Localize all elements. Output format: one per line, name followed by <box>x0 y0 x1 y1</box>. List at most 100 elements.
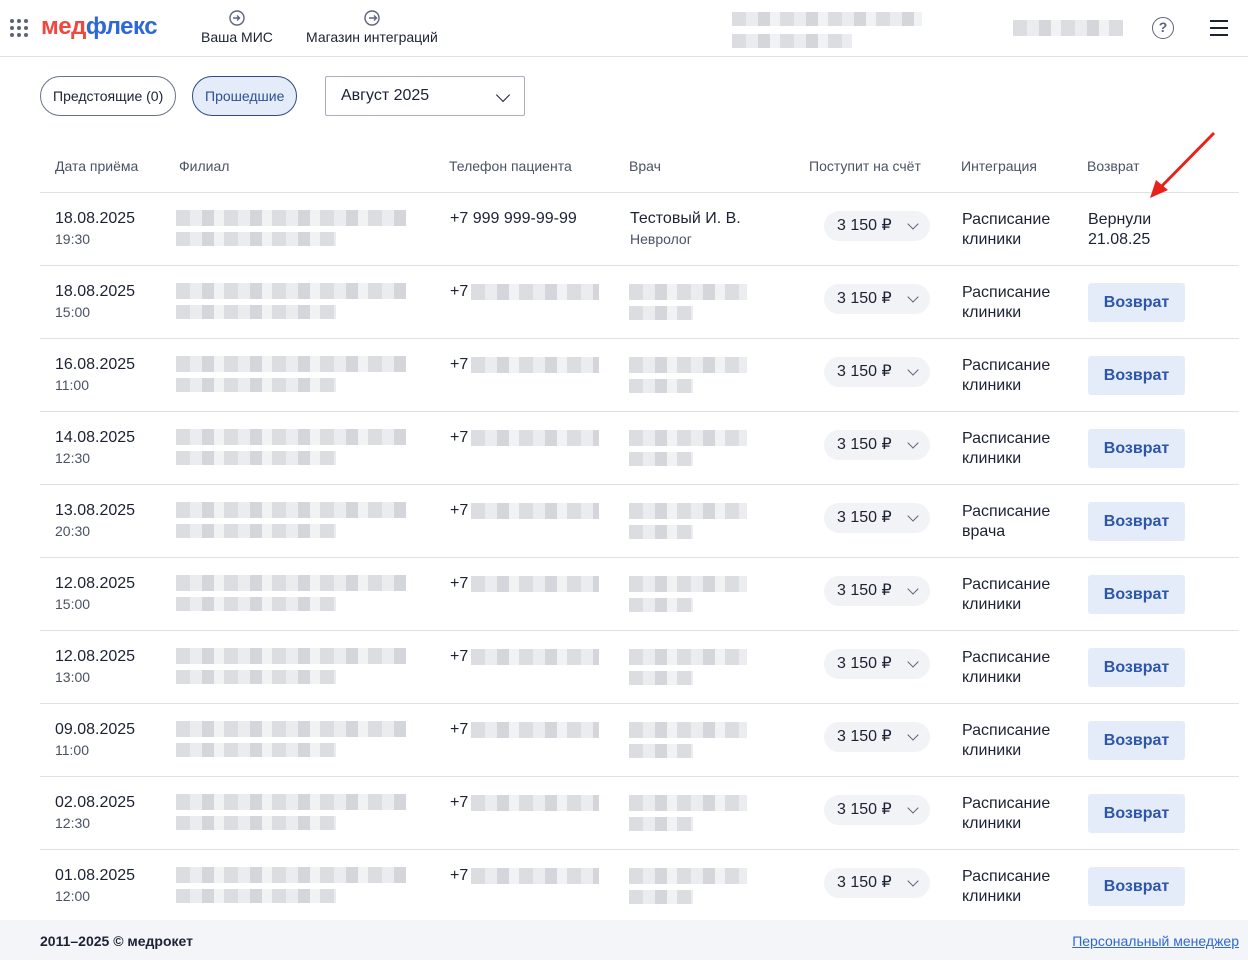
redacted-doctor-spec <box>629 452 693 466</box>
refund-button[interactable]: Возврат <box>1088 502 1185 541</box>
refund-button[interactable]: Возврат <box>1088 429 1185 468</box>
redacted-branch-line2 <box>176 524 336 538</box>
redacted-doctor-spec <box>629 306 693 320</box>
appointment-date: 09.08.2025 <box>55 721 136 738</box>
amount-dropdown[interactable]: 3 150 ₽ <box>824 430 930 460</box>
patient-phone: +7 <box>450 648 469 665</box>
redacted-phone <box>471 649 599 665</box>
appointment-time: 12:00 <box>55 888 91 904</box>
table-row: 01.08.2025 12:00 +7 3 150 ₽ Расписание клини… <box>40 850 1239 923</box>
redacted-doctor-spec <box>629 890 693 904</box>
integration-type: Расписание клиники <box>962 868 1051 905</box>
amount-dropdown[interactable]: 3 150 ₽ <box>824 868 930 898</box>
appointment-time: 19:30 <box>55 231 91 247</box>
table-row: 02.08.2025 12:30 +7 3 150 ₽ Расписание клини… <box>40 777 1239 850</box>
amount-dropdown[interactable]: 3 150 ₽ <box>824 284 930 314</box>
redacted-branch-line2 <box>176 232 336 246</box>
patient-phone: +7 <box>450 356 469 373</box>
col-phone: Телефон пациента <box>449 158 572 174</box>
appointment-time: 11:00 <box>55 377 89 393</box>
refund-status: Вернули 21.08.25 <box>1088 211 1152 248</box>
redacted-branch <box>176 283 406 299</box>
nav-integration-store[interactable]: Магазин интеграций <box>306 9 438 45</box>
redacted-phone <box>471 722 599 738</box>
amount-value: 3 150 ₽ <box>837 728 892 745</box>
amount-value: 3 150 ₽ <box>837 801 892 818</box>
redacted-branch-line2 <box>176 378 336 392</box>
appointment-time: 20:30 <box>55 523 91 539</box>
redacted-phone <box>471 576 599 592</box>
appointment-date: 12.08.2025 <box>55 575 136 592</box>
refund-button[interactable]: Возврат <box>1088 283 1185 322</box>
amount-dropdown[interactable]: 3 150 ₽ <box>824 649 930 679</box>
refund-button[interactable]: Возврат <box>1088 575 1185 614</box>
amount-dropdown[interactable]: 3 150 ₽ <box>824 211 930 241</box>
chevron-down-icon <box>495 87 511 103</box>
redacted-doctor <box>629 357 747 373</box>
refund-button[interactable]: Возврат <box>1088 794 1185 833</box>
amount-value: 3 150 ₽ <box>837 217 892 234</box>
tab-upcoming[interactable]: Предстоящие (0) <box>40 76 177 116</box>
patient-phone: +7 <box>450 867 469 884</box>
tab-past[interactable]: Прошедшие <box>192 76 298 116</box>
integration-type: Расписание клиники <box>962 211 1051 248</box>
redacted-branch-line2 <box>176 451 336 465</box>
redacted-doctor <box>629 722 747 738</box>
col-date: Дата приёма <box>55 158 139 174</box>
col-integration: Интеграция <box>961 158 1037 174</box>
chevron-down-icon <box>907 291 919 303</box>
month-select[interactable]: Август 2025 <box>325 76 525 116</box>
amount-dropdown[interactable]: 3 150 ₽ <box>824 576 930 606</box>
app-header: медфлекс Ваша МИС Магазин интеграций ? <box>0 0 1248 57</box>
refund-button[interactable]: Возврат <box>1088 648 1185 687</box>
amount-value: 3 150 ₽ <box>837 290 892 307</box>
nav-your-mis[interactable]: Ваша МИС <box>201 9 273 45</box>
integration-type: Расписание клиники <box>962 284 1051 321</box>
integration-type: Расписание клиники <box>962 649 1051 686</box>
redacted-doctor <box>629 649 747 665</box>
redacted-doctor-spec <box>629 598 693 612</box>
redacted-branch <box>176 721 406 737</box>
redacted-branch <box>176 502 406 518</box>
redacted-branch <box>176 210 406 226</box>
redacted-doctor <box>629 430 747 446</box>
chevron-down-icon <box>907 364 919 376</box>
appointment-time: 12:30 <box>55 815 91 831</box>
refund-button[interactable]: Возврат <box>1088 867 1185 906</box>
apps-grid-icon[interactable] <box>10 19 28 37</box>
amount-dropdown[interactable]: 3 150 ₽ <box>824 722 930 752</box>
redacted-phone <box>471 503 599 519</box>
chevron-down-icon <box>907 875 919 887</box>
doctor-name: Тестовый И. В. <box>630 210 741 227</box>
amount-value: 3 150 ₽ <box>837 655 892 672</box>
redacted-branch-line2 <box>176 670 336 684</box>
refund-button[interactable]: Возврат <box>1088 356 1185 395</box>
appointment-date: 02.08.2025 <box>55 794 136 811</box>
col-refund: Возврат <box>1087 158 1140 174</box>
redacted-branch <box>176 429 406 445</box>
nav-your-mis-label: Ваша МИС <box>201 29 273 45</box>
appointment-date: 18.08.2025 <box>55 210 136 227</box>
annotation-arrow-icon <box>1150 131 1216 198</box>
integration-type: Расписание клиники <box>962 576 1051 613</box>
redacted-phone <box>471 795 599 811</box>
table-row: 14.08.2025 12:30 +7 3 150 ₽ Расписание клини… <box>40 412 1239 485</box>
amount-value: 3 150 ₽ <box>837 363 892 380</box>
redacted-doctor-spec <box>629 379 693 393</box>
patient-phone: +7 <box>450 502 469 519</box>
personal-manager-link[interactable]: Персональный менеджер <box>1072 933 1239 949</box>
brand-logo[interactable]: медфлекс <box>41 13 158 41</box>
amount-dropdown[interactable]: 3 150 ₽ <box>824 357 930 387</box>
amount-value: 3 150 ₽ <box>837 509 892 526</box>
redacted-doctor <box>629 576 747 592</box>
footer: 2011–2025 © медрокет Персональный менедж… <box>0 920 1248 960</box>
amount-dropdown[interactable]: 3 150 ₽ <box>824 503 930 533</box>
amount-dropdown[interactable]: 3 150 ₽ <box>824 795 930 825</box>
redacted-doctor-spec <box>629 744 693 758</box>
copyright: 2011–2025 © медрокет <box>40 933 193 949</box>
redacted-branch-line2 <box>176 743 336 757</box>
help-icon[interactable]: ? <box>1152 17 1174 39</box>
refund-button[interactable]: Возврат <box>1088 721 1185 760</box>
chevron-down-icon <box>907 729 919 741</box>
hamburger-menu-icon[interactable] <box>1210 20 1228 36</box>
